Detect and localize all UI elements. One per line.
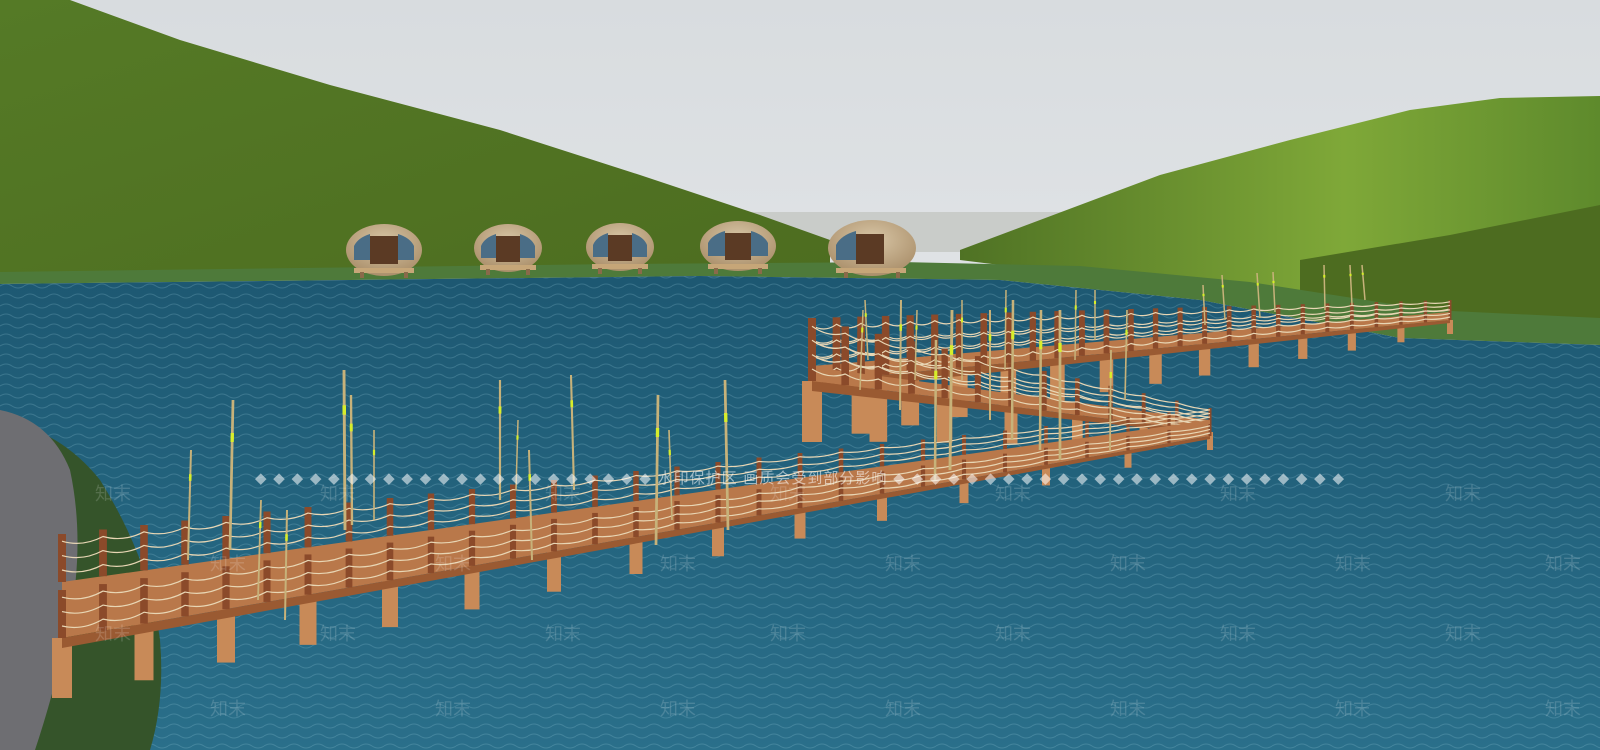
scene: 知末 知末 知末 知末 知末 知末 知末知末 知末 知末 知末 知末 知末 知末知末 知末 知末 知末 知末 知末… [0, 0, 1600, 750]
reed-pole [899, 299, 902, 411]
watermark-mark: 知末 [1445, 624, 1481, 645]
reed-pole [349, 394, 354, 526]
watermark-mark: 知末 [1545, 699, 1581, 720]
watermark-mark: 知末 [770, 484, 806, 505]
watermark-mark: 知末 [1220, 624, 1256, 645]
watermark-mark: 知末 [1220, 484, 1256, 505]
reed-pole [1010, 299, 1015, 441]
watermark-mark: 知末 [1335, 699, 1371, 720]
watermark-mark: 知末 [545, 484, 581, 505]
watermark-mark: 知末 [1545, 554, 1581, 575]
reed-pole [1038, 309, 1043, 451]
watermark-mark: 知末 [660, 699, 696, 720]
watermark-mark: 知末 [545, 624, 581, 645]
watermark-mark: 知末 [770, 624, 806, 645]
watermark-mark: 知末 [1110, 699, 1146, 720]
watermark-mark: 知末 [885, 554, 921, 575]
reed-pole [1074, 289, 1077, 361]
watermark-mark: 知末 [1445, 484, 1481, 505]
reed-pole [1004, 289, 1007, 371]
cabin-pod [700, 221, 776, 274]
watermark-mark: 知末 [95, 624, 131, 645]
watermark-mark: 知末 [210, 554, 246, 575]
reed-pole [948, 309, 954, 471]
watermark-mark: 知末 [210, 699, 246, 720]
reed-pole [342, 369, 347, 531]
watermark-mark: 知末 [995, 624, 1031, 645]
watermark-mark: 知末 [1110, 554, 1146, 575]
watermark-mark: 知末 [660, 554, 696, 575]
cabin-pod [828, 220, 916, 278]
watermark-mark: 知末 [320, 624, 356, 645]
watermark-mark: 知末 [995, 484, 1031, 505]
reed-pole [933, 339, 938, 481]
reed-pole [1109, 349, 1112, 451]
watermark-mark: 知末 [1335, 554, 1371, 575]
cabin-pod [346, 224, 422, 278]
cabin-pod [586, 223, 654, 274]
watermark-mark: 知末 [95, 484, 131, 505]
watermark-mark: 知末 [320, 484, 356, 505]
watermark-mark: 知末 [435, 554, 471, 575]
cabin-pod [474, 224, 542, 275]
watermark-mark: 知末 [435, 699, 471, 720]
reed-pole [1323, 264, 1326, 311]
watermark-mark: 知末 [885, 699, 921, 720]
